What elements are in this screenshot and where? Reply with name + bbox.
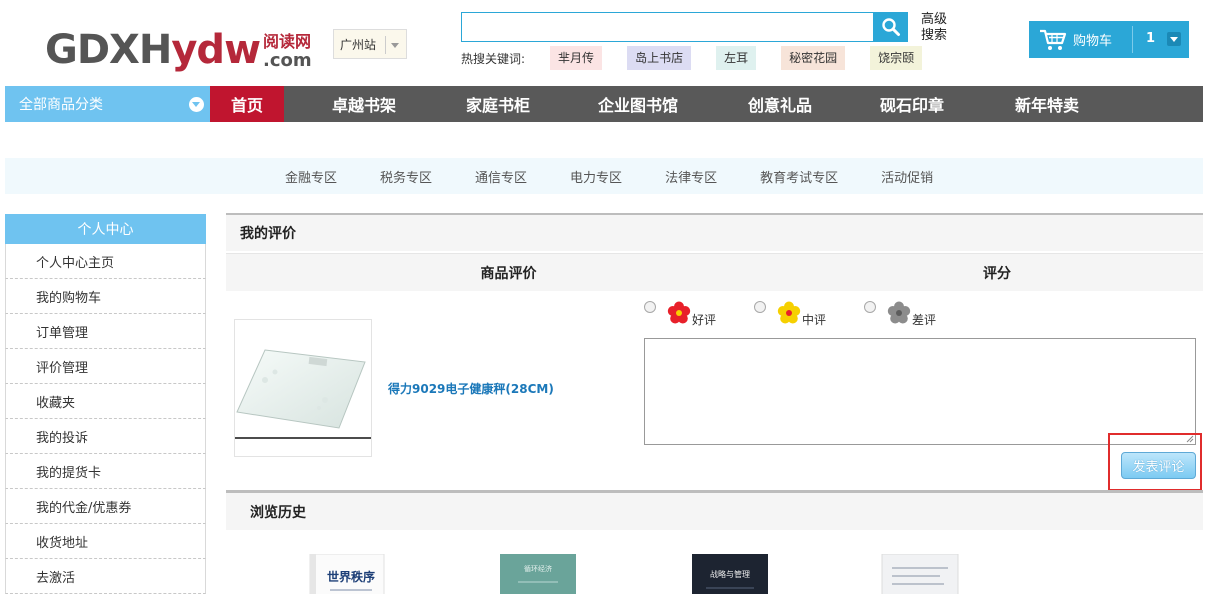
search-input[interactable] — [462, 13, 873, 41]
search-box — [461, 12, 874, 42]
history-book-title: 世界秩序 — [327, 569, 375, 584]
history-book-title: 循环经济 — [524, 564, 552, 573]
review-comment-textarea[interactable] — [644, 338, 1196, 445]
sidebar-item[interactable]: 评价管理 — [5, 349, 206, 384]
logo-text-com: .com — [263, 50, 312, 71]
my-review-panel: 我的评价 商品评价 评分 得力9029电子健康秤(28CM) 好评 中评 差评 … — [226, 213, 1203, 491]
chevron-down-icon — [189, 97, 204, 112]
main-nav: 全部商品分类 首页 卓越书架 家庭书柜 企业图书馆 创意礼品 砚石印章 新年特卖 — [5, 86, 1203, 122]
column-header-score: 评分 — [983, 265, 1011, 282]
nav-item[interactable]: 创意礼品 — [724, 86, 836, 122]
sidebar-item[interactable]: 我的代金/优惠券 — [5, 489, 206, 524]
history-book-title: 战略与管理 — [710, 569, 750, 579]
review-table-header: 商品评价 评分 — [226, 253, 1203, 291]
history-book[interactable] — [880, 554, 960, 594]
hot-keyword[interactable]: 岛上书店 — [627, 46, 692, 70]
hot-keywords-label: 热搜关键词: — [461, 51, 526, 66]
rating-bad-label: 差评 — [912, 313, 937, 327]
sidebar-item[interactable]: 我的提货卡 — [5, 454, 206, 489]
logo-text-cn: 阅读网 — [263, 32, 312, 51]
subnav-item[interactable]: 税务专区 — [380, 167, 432, 186]
all-categories-label: 全部商品分类 — [19, 97, 103, 113]
nav-item-home[interactable]: 首页 — [210, 86, 284, 122]
logo-text-red: ydw — [171, 27, 261, 73]
rating-bad-radio[interactable] — [864, 301, 876, 313]
subnav-item[interactable]: 教育考试专区 — [760, 167, 838, 186]
cart-dropdown-icon[interactable] — [1167, 32, 1181, 46]
column-header-product: 商品评价 — [480, 265, 537, 282]
sidebar-item[interactable]: 我的购物车 — [5, 279, 206, 314]
user-center-sidebar: 个人中心 个人中心主页 我的购物车 订单管理 评价管理 收藏夹 我的投诉 我的提… — [5, 214, 206, 594]
red-flower-icon — [667, 301, 691, 324]
site-logo[interactable]: GDXHydw 阅读网 .com — [45, 20, 312, 70]
history-title: 浏览历史 — [226, 493, 1203, 530]
header: GDXHydw 阅读网 .com 广州站 高级 搜索 热搜关键词: 芈月传 岛上… — [0, 0, 1208, 86]
nav-item[interactable]: 家庭书柜 — [444, 86, 552, 122]
hot-keyword[interactable]: 秘密花园 — [781, 46, 846, 70]
rating-good-label: 好评 — [692, 313, 717, 327]
logo-text-gray: GDXH — [45, 27, 172, 73]
search-button[interactable] — [873, 12, 908, 42]
sidebar-item[interactable]: 去激活 — [5, 559, 206, 594]
subnav-item[interactable]: 电力专区 — [570, 167, 622, 186]
hot-keyword[interactable]: 芈月传 — [550, 46, 603, 70]
nav-item[interactable]: 砚石印章 — [836, 86, 988, 122]
rating-neutral-radio[interactable] — [754, 301, 766, 313]
nav-item[interactable]: 卓越书架 — [284, 86, 444, 122]
rating-neutral-label: 中评 — [802, 313, 827, 327]
sidebar-item[interactable]: 我的投诉 — [5, 419, 206, 454]
sidebar-item[interactable]: 收货地址 — [5, 524, 206, 559]
cart-button[interactable]: 购物车 1 — [1029, 21, 1189, 58]
sidebar-item[interactable]: 收藏夹 — [5, 384, 206, 419]
search-icon — [881, 18, 900, 36]
shopping-cart-icon — [1040, 29, 1067, 50]
browse-history-panel: 浏览历史 世界秩序 循环经济 战略与管理 — [226, 490, 1203, 594]
history-book[interactable]: 循环经济 — [498, 554, 578, 594]
rating-good[interactable]: 好评 — [644, 299, 716, 328]
product-name-link[interactable]: 得力9029电子健康秤(28CM) — [388, 380, 554, 397]
subnav-item[interactable]: 活动促销 — [881, 167, 933, 186]
nav-item[interactable]: 新年特卖 — [988, 86, 1106, 122]
subnav-item[interactable]: 金融专区 — [285, 167, 337, 186]
city-label: 广州站 — [340, 37, 377, 52]
subnav-item[interactable]: 法律专区 — [665, 167, 717, 186]
city-selector[interactable]: 广州站 — [333, 29, 407, 59]
hot-keyword[interactable]: 左耳 — [716, 46, 757, 70]
review-panel-title: 我的评价 — [226, 215, 1203, 251]
nav-item[interactable]: 企业图书馆 — [552, 86, 724, 122]
gray-flower-icon — [887, 301, 911, 324]
subnav-item[interactable]: 通信专区 — [475, 167, 527, 186]
chevron-down-icon — [391, 43, 399, 48]
scale-image — [235, 349, 371, 439]
cart-label: 购物车 — [1073, 34, 1113, 49]
rating-bad[interactable]: 差评 — [864, 299, 936, 328]
cart-count: 1 — [1146, 31, 1156, 46]
sidebar-title: 个人中心 — [5, 214, 206, 244]
yellow-flower-icon — [777, 301, 801, 324]
sidebar-item[interactable]: 订单管理 — [5, 314, 206, 349]
sub-nav: 金融专区 税务专区 通信专区 电力专区 法律专区 教育考试专区 活动促销 — [5, 158, 1203, 194]
all-categories-menu[interactable]: 全部商品分类 — [5, 86, 210, 122]
rating-good-radio[interactable] — [644, 301, 656, 313]
advanced-search-link[interactable]: 高级 搜索 — [921, 12, 953, 44]
hot-keywords: 热搜关键词: 芈月传 岛上书店 左耳 秘密花园 饶宗颐 — [461, 46, 947, 70]
sidebar-item[interactable]: 个人中心主页 — [5, 244, 206, 279]
product-image[interactable] — [234, 319, 372, 457]
history-book[interactable]: 战略与管理 — [690, 554, 770, 594]
hot-keyword[interactable]: 饶宗颐 — [870, 46, 923, 70]
submit-review-button[interactable]: 发表评论 — [1121, 452, 1196, 479]
rating-neutral[interactable]: 中评 — [754, 299, 826, 328]
history-book[interactable]: 世界秩序 — [306, 554, 386, 594]
